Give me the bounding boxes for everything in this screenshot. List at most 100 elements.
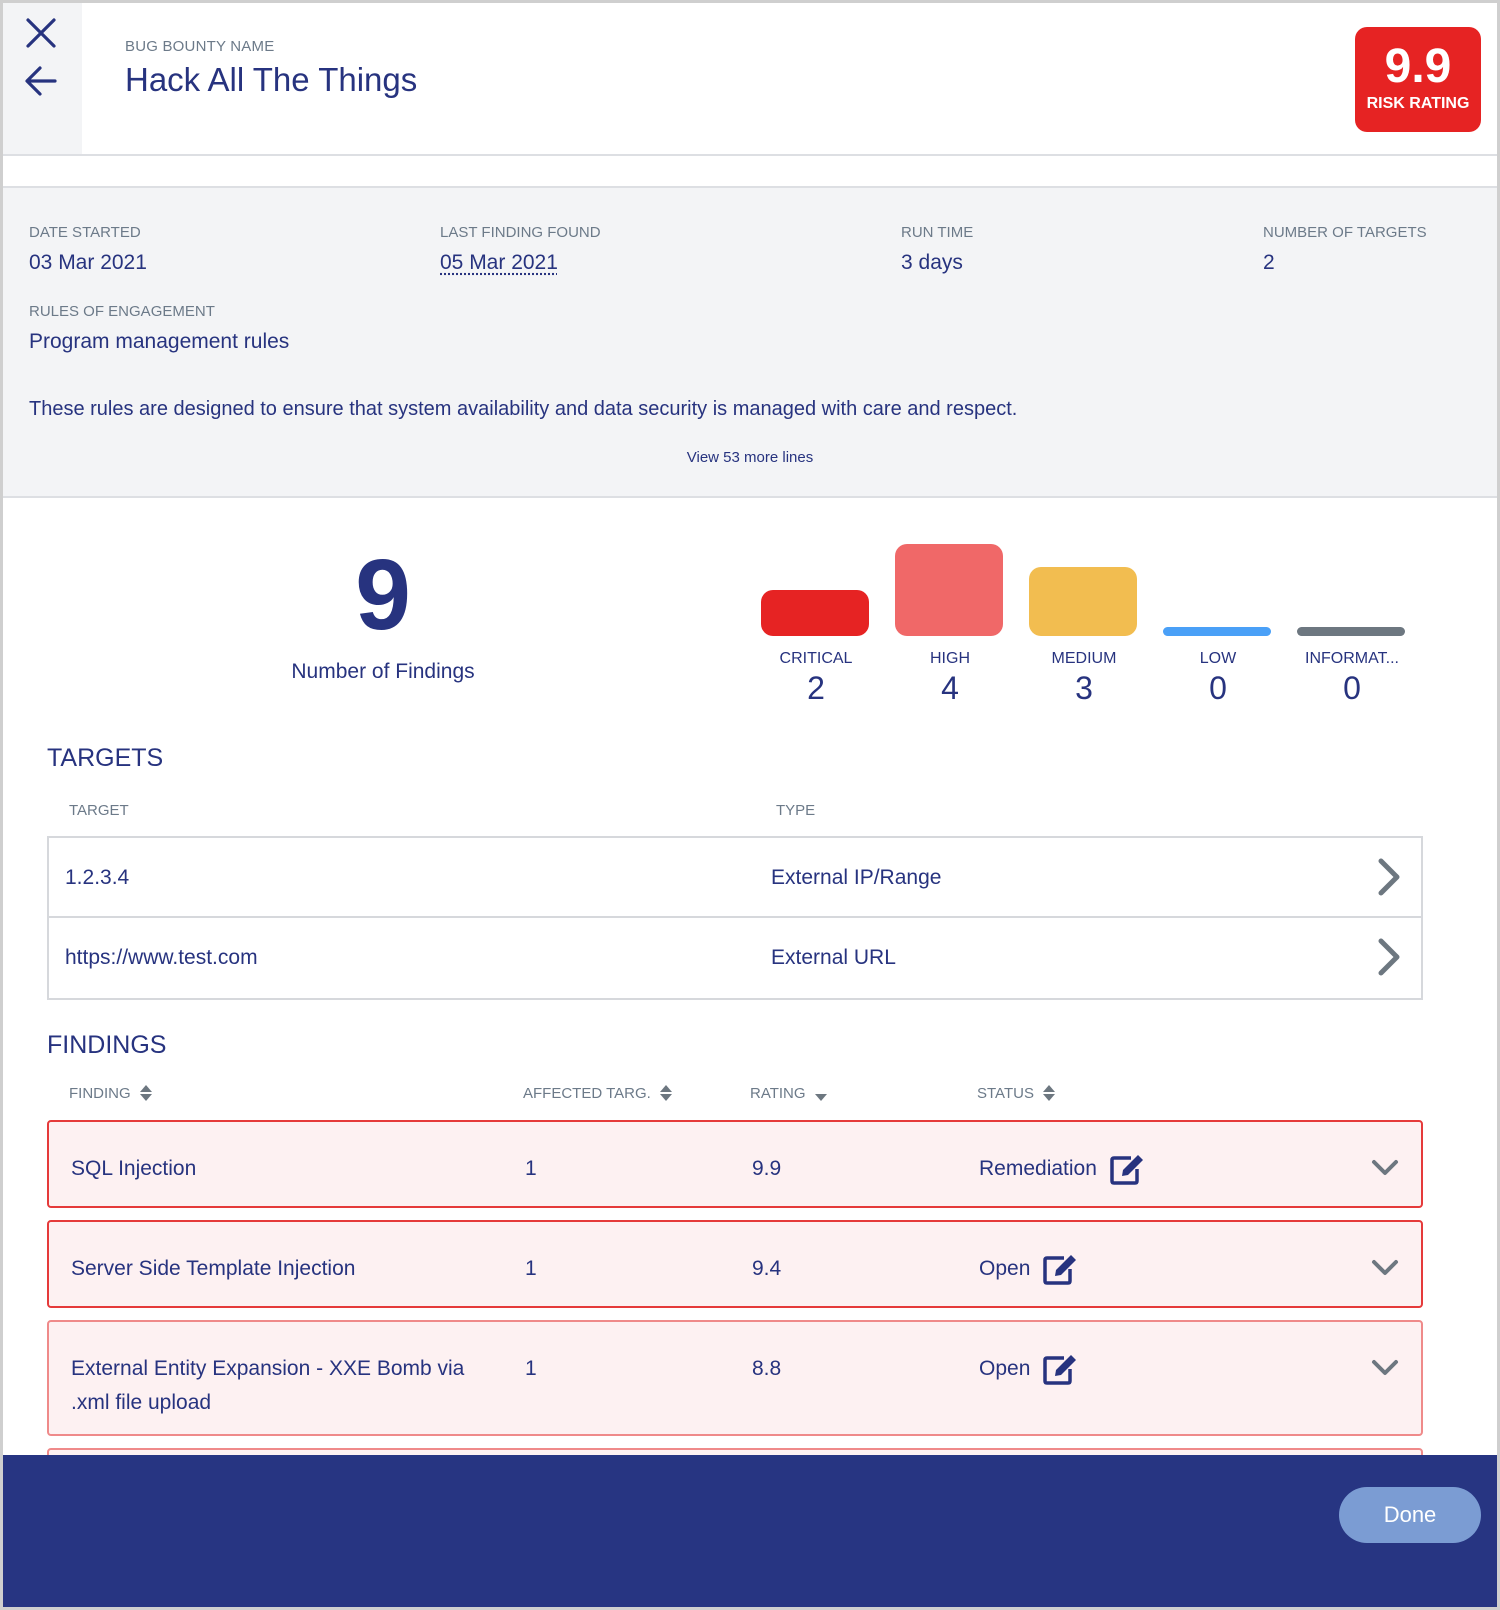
severity-label: CRITICAL (779, 650, 853, 667)
finding-rating: 8.8 (752, 1357, 782, 1380)
col-label: RATING (750, 1084, 806, 1102)
rules-label: RULES OF ENGAGEMENT (29, 303, 215, 320)
page-title: Hack All The Things (125, 61, 418, 98)
finding-rating: 9.9 (752, 1157, 782, 1180)
risk-rating-value: 9.9 (1384, 40, 1452, 93)
severity-high: HIGH 4 (895, 540, 1005, 720)
chevron-down-icon[interactable] (1371, 1158, 1399, 1178)
risk-rating-badge: 9.9 RISK RATING (1355, 27, 1481, 132)
divider-band (3, 156, 1497, 188)
close-button[interactable] (23, 15, 59, 51)
date-started-field: DATE STARTED 03 Mar 2021 (29, 224, 147, 275)
targets-col-type: TYPE (776, 802, 816, 819)
edit-icon[interactable] (1042, 1252, 1078, 1286)
finding-row[interactable]: External Entity Expansion - XXE Bomb via… (47, 1320, 1423, 1436)
nav-column (3, 3, 82, 154)
header: BUG BOUNTY NAME Hack All The Things 9.9 … (3, 3, 1497, 156)
severity-bar (895, 544, 1003, 636)
finding-status-text: Open (979, 1357, 1031, 1380)
chevron-right-icon[interactable] (1373, 856, 1403, 898)
severity-count: 0 (1209, 670, 1227, 706)
finding-row[interactable]: Server Side Template Injection 1 9.4 Ope… (47, 1220, 1423, 1308)
severity-count: 2 (807, 670, 825, 706)
finding-affected-targets: 1 (525, 1357, 537, 1380)
finding-status-text: Open (979, 1257, 1031, 1280)
severity-bar (1297, 627, 1405, 636)
severity-label: MEDIUM (1051, 650, 1117, 667)
date-started-value: 03 Mar 2021 (29, 251, 147, 274)
findings-col-finding[interactable]: FINDING (69, 1084, 153, 1102)
severity-bar (761, 590, 869, 636)
sort-both-icon (659, 1085, 672, 1101)
finding-status: Open (979, 1352, 1078, 1386)
title-label: BUG BOUNTY NAME (125, 38, 275, 55)
target-row[interactable]: 1.2.3.4 External IP/Range (49, 838, 1421, 918)
sort-both-icon (139, 1085, 152, 1101)
number-of-targets-field: NUMBER OF TARGETS 2 (1263, 224, 1427, 275)
finding-name: SQL Injection (71, 1157, 197, 1180)
severity-label: HIGH (930, 650, 970, 667)
finding-status-text: Remediation (979, 1157, 1097, 1180)
severity-low: LOW 0 (1163, 540, 1273, 720)
program-info: DATE STARTED 03 Mar 2021 LAST FINDING FO… (3, 188, 1497, 498)
close-icon (26, 18, 56, 48)
finding-status: Remediation (979, 1152, 1145, 1186)
last-finding-field: LAST FINDING FOUND 05 Mar 2021 (440, 224, 601, 275)
number-of-targets-label: NUMBER OF TARGETS (1263, 224, 1427, 241)
view-more-lines-link[interactable]: View 53 more lines (3, 449, 1497, 466)
severity-informat: INFORMAT... 0 (1297, 540, 1407, 720)
sort-desc-icon (814, 1094, 827, 1101)
back-button[interactable] (23, 63, 59, 99)
severity-bar (1163, 627, 1271, 636)
severity-bar-area (761, 540, 871, 636)
title-block: BUG BOUNTY NAME Hack All The Things (125, 38, 417, 99)
edit-icon[interactable] (1042, 1352, 1078, 1386)
sort-both-icon (1042, 1085, 1055, 1101)
number-of-targets-value: 2 (1263, 251, 1275, 274)
findings-col-status[interactable]: STATUS (977, 1084, 1056, 1102)
targets-table: 1.2.3.4 External IP/Range https://www.te… (47, 836, 1423, 1000)
severity-bar-area (1297, 540, 1407, 636)
finding-name: Server Side Template Injection (71, 1257, 356, 1280)
findings-total-label: Number of Findings (291, 660, 475, 683)
severity-bar-area (1029, 540, 1139, 636)
chevron-right-icon[interactable] (1373, 936, 1403, 978)
severity-count: 3 (1075, 670, 1093, 706)
findings-col-affected[interactable]: AFFECTED TARG. (523, 1084, 673, 1102)
done-button[interactable]: Done (1339, 1487, 1481, 1543)
finding-row[interactable]: SQL Injection 1 9.9 Remediation (47, 1120, 1423, 1208)
edit-icon[interactable] (1109, 1152, 1145, 1186)
findings-col-rating[interactable]: RATING (750, 1084, 828, 1102)
date-started-label: DATE STARTED (29, 224, 141, 241)
col-label: FINDING (69, 1084, 131, 1102)
chevron-down-icon[interactable] (1371, 1358, 1399, 1378)
findings-title: FINDINGS (47, 1031, 167, 1059)
targets-title: TARGETS (47, 744, 164, 772)
run-time-field: RUN TIME 3 days (901, 224, 973, 275)
severity-label: LOW (1199, 650, 1237, 667)
chevron-down-icon[interactable] (1371, 1258, 1399, 1278)
rules-of-engagement-field: RULES OF ENGAGEMENT Program management r… (29, 303, 289, 354)
footer-bar: Done (3, 1455, 1497, 1607)
target-value: https://www.test.com (65, 946, 258, 969)
col-label: STATUS (977, 1084, 1034, 1102)
finding-status: Open (979, 1252, 1078, 1286)
severity-bar-area (895, 540, 1005, 636)
severity-label: INFORMAT... (1305, 650, 1399, 667)
finding-name: External Entity Expansion - XXE Bomb via… (71, 1357, 465, 1414)
last-finding-label: LAST FINDING FOUND (440, 224, 601, 241)
findings-summary: 9 Number of Findings CRITICAL 2 HIGH 4 MEDIU… (3, 500, 1497, 730)
finding-affected-targets: 1 (525, 1157, 537, 1180)
rules-description: These rules are designed to ensure that … (29, 398, 1018, 420)
last-finding-value[interactable]: 05 Mar 2021 (440, 251, 601, 275)
finding-rating: 9.4 (752, 1257, 782, 1280)
rules-value: Program management rules (29, 330, 290, 353)
target-type: External IP/Range (771, 866, 942, 889)
col-label: AFFECTED TARG. (523, 1084, 651, 1102)
target-row[interactable]: https://www.test.com External URL (49, 918, 1421, 998)
finding-affected-targets: 1 (525, 1257, 537, 1280)
bug-bounty-detail-panel: BUG BOUNTY NAME Hack All The Things 9.9 … (3, 3, 1497, 1607)
run-time-value: 3 days (901, 251, 963, 274)
target-value: 1.2.3.4 (65, 866, 130, 889)
findings-total: 9 (355, 539, 411, 651)
